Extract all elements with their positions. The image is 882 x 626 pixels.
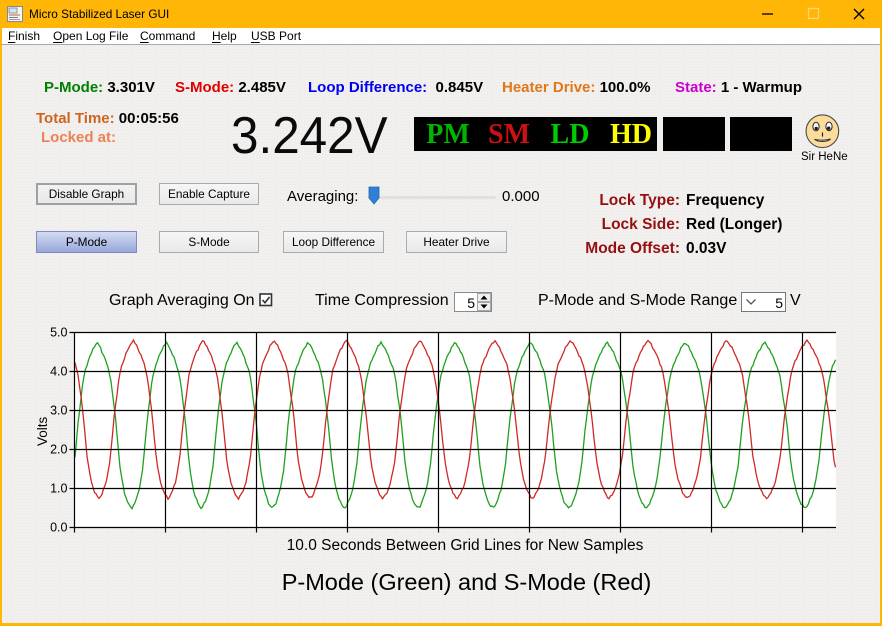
svg-text:Volts: Volts [35, 416, 50, 446]
svg-text:5.0: 5.0 [50, 326, 67, 340]
svg-text:0.0: 0.0 [50, 521, 67, 535]
svg-text:3.0: 3.0 [50, 404, 67, 418]
svg-text:4.0: 4.0 [50, 365, 67, 379]
svg-text:2.0: 2.0 [50, 443, 67, 457]
svg-text:1.0: 1.0 [50, 482, 67, 496]
